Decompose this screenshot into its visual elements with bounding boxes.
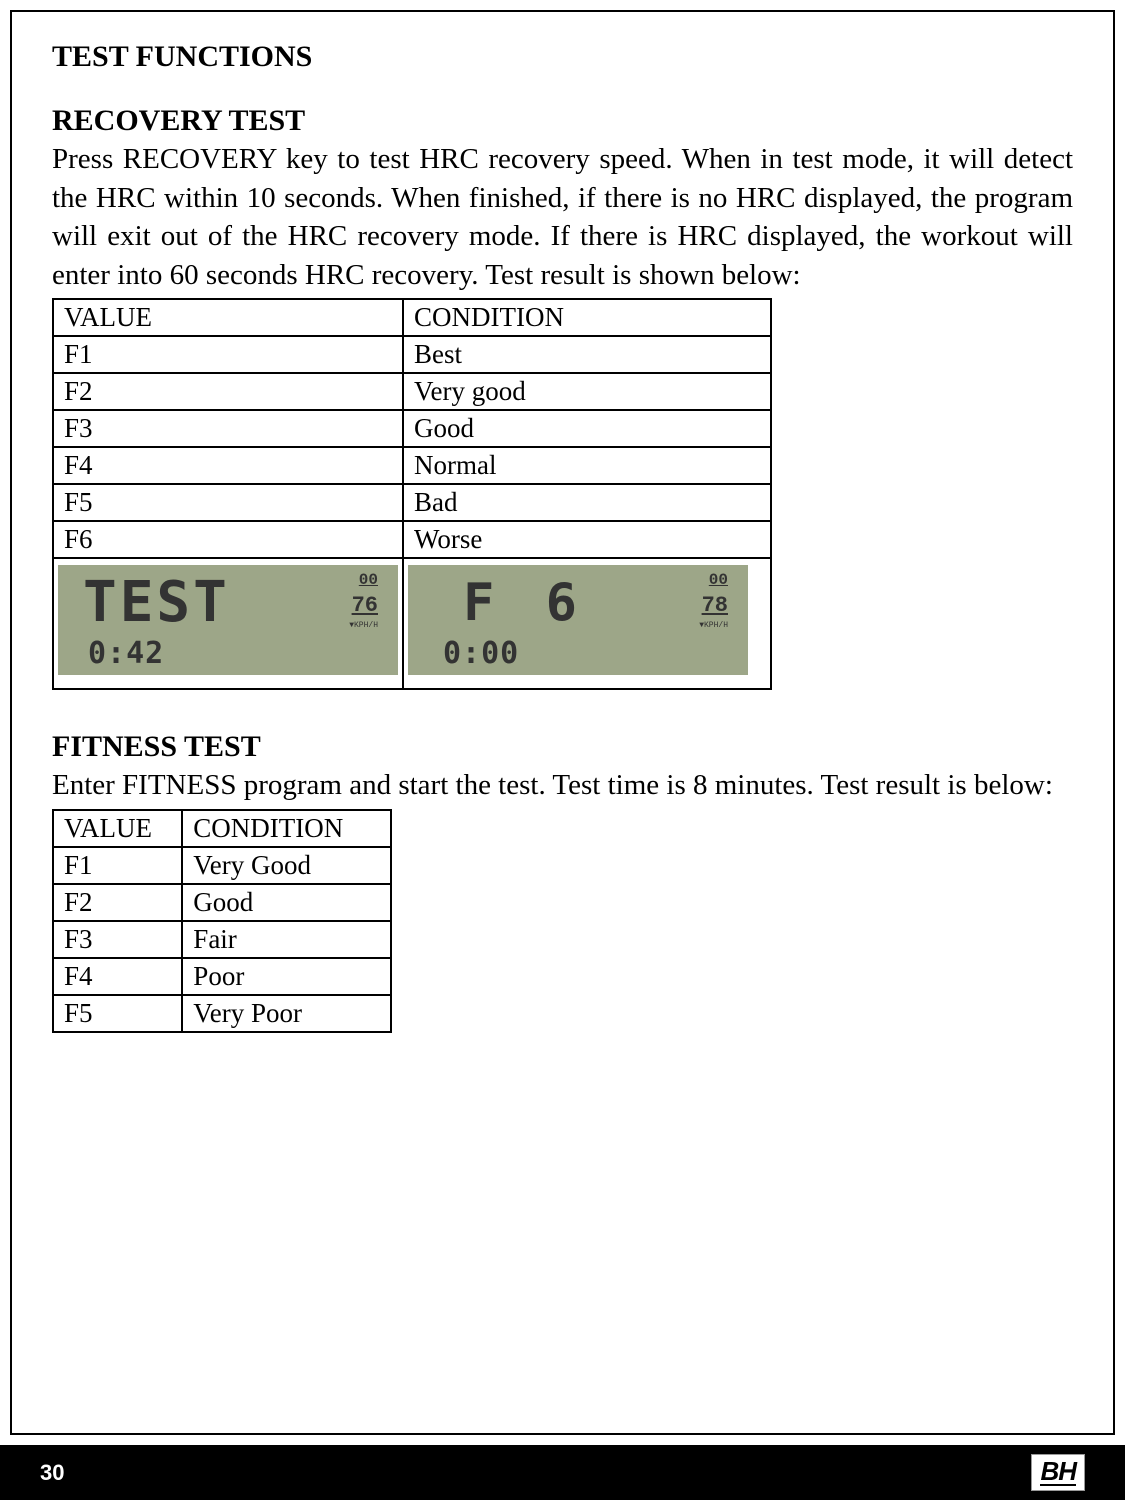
- page-footer: 30 BH: [0, 1445, 1125, 1500]
- cell-condition: Bad: [403, 484, 771, 521]
- table-header-row: VALUE CONDITION: [53, 810, 391, 847]
- recovery-results-table: VALUE CONDITION F1 Best F2 Very good F3 …: [52, 298, 772, 690]
- cell-condition: Good: [403, 410, 771, 447]
- cell-value: F2: [53, 884, 182, 921]
- table-row: F4 Normal: [53, 447, 771, 484]
- lcd-main-text: F 6: [463, 573, 587, 633]
- recovery-description: Press RECOVERY key to test HRC recovery …: [52, 140, 1073, 294]
- table-row: F3 Fair: [53, 921, 391, 958]
- cell-condition: Good: [182, 884, 391, 921]
- lcd-display-test: TEST 00 76 ▼KPH/H 0:42: [58, 565, 398, 675]
- cell-value: F1: [53, 336, 403, 373]
- lcd-mid-right: 78: [702, 593, 728, 618]
- header-condition: CONDITION: [403, 299, 771, 336]
- table-row: F6 Worse: [53, 521, 771, 558]
- brand-logo-box: BH: [1031, 1454, 1085, 1491]
- cell-value: F2: [53, 373, 403, 410]
- table-row: F2 Very good: [53, 373, 771, 410]
- lcd-tiny-label: ▼KPH/H: [349, 621, 378, 630]
- cell-value: F3: [53, 410, 403, 447]
- lcd-cell-1: TEST 00 76 ▼KPH/H 0:42: [53, 558, 403, 689]
- table-row: F2 Good: [53, 884, 391, 921]
- cell-value: F5: [53, 484, 403, 521]
- lcd-main-text: TEST: [83, 570, 230, 635]
- lcd-top-right: 00: [709, 571, 728, 589]
- cell-value: F6: [53, 521, 403, 558]
- table-row: F3 Good: [53, 410, 771, 447]
- cell-condition: Very Good: [182, 847, 391, 884]
- lcd-top-right: 00: [359, 571, 378, 589]
- table-row: F1 Best: [53, 336, 771, 373]
- cell-condition: Normal: [403, 447, 771, 484]
- section-title: TEST FUNCTIONS: [52, 40, 1073, 74]
- table-row: F5 Bad: [53, 484, 771, 521]
- cell-condition: Very Poor: [182, 995, 391, 1032]
- main-content: TEST FUNCTIONS RECOVERY TEST Press RECOV…: [12, 12, 1113, 1093]
- lcd-display-f6: F 6 00 78 ▼KPH/H 0:00: [408, 565, 748, 675]
- table-row: F1 Very Good: [53, 847, 391, 884]
- page-number: 30: [40, 1460, 64, 1486]
- cell-value: F4: [53, 958, 182, 995]
- lcd-tiny-label: ▼KPH/H: [699, 621, 728, 630]
- table-row: F5 Very Poor: [53, 995, 391, 1032]
- cell-value: F3: [53, 921, 182, 958]
- cell-condition: Best: [403, 336, 771, 373]
- cell-value: F1: [53, 847, 182, 884]
- fitness-test-title: FITNESS TEST: [52, 730, 1073, 764]
- lcd-mid-right: 76: [352, 593, 378, 618]
- lcd-bottom-time: 0:42: [88, 636, 164, 671]
- cell-condition: Fair: [182, 921, 391, 958]
- header-condition: CONDITION: [182, 810, 391, 847]
- fitness-results-table: VALUE CONDITION F1 Very Good F2 Good F3 …: [52, 809, 392, 1033]
- table-row: F4 Poor: [53, 958, 391, 995]
- cell-condition: Poor: [182, 958, 391, 995]
- recovery-test-title: RECOVERY TEST: [52, 104, 1073, 138]
- header-value: VALUE: [53, 299, 403, 336]
- cell-condition: Very good: [403, 373, 771, 410]
- page-border: TEST FUNCTIONS RECOVERY TEST Press RECOV…: [10, 10, 1115, 1435]
- table-header-row: VALUE CONDITION: [53, 299, 771, 336]
- cell-value: F4: [53, 447, 403, 484]
- lcd-cell-2: F 6 00 78 ▼KPH/H 0:00: [403, 558, 771, 689]
- brand-logo: BH: [1040, 1459, 1076, 1486]
- lcd-display-row: TEST 00 76 ▼KPH/H 0:42 F 6 00 78 ▼KPH/H …: [53, 558, 771, 689]
- cell-condition: Worse: [403, 521, 771, 558]
- cell-value: F5: [53, 995, 182, 1032]
- header-value: VALUE: [53, 810, 182, 847]
- lcd-bottom-time: 0:00: [443, 636, 519, 671]
- fitness-description: Enter FITNESS program and start the test…: [52, 766, 1073, 805]
